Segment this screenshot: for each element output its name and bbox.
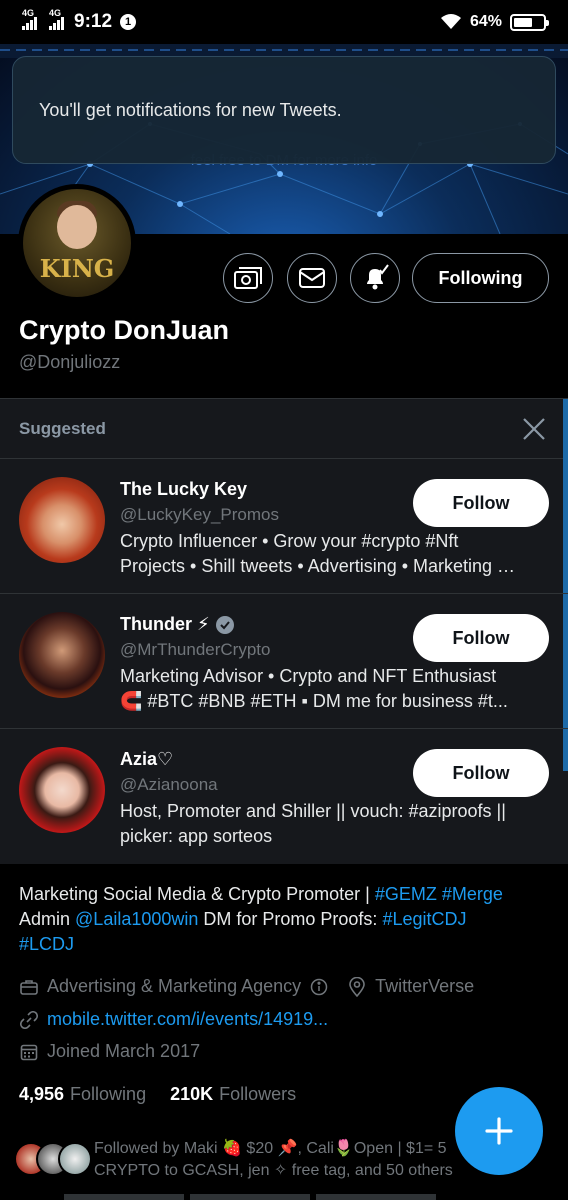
user-handle: @LuckyKey_Promos [120, 505, 279, 524]
user-handle: @MrThunderCrypto [120, 640, 271, 659]
notification-badge: 1 [120, 14, 137, 30]
user-bio: Host, Promoter and Shiller || vouch: #az… [120, 799, 550, 849]
user-handle: @Azianoona [120, 775, 218, 794]
follow-button[interactable]: Follow [413, 614, 549, 662]
user-name[interactable]: Thunder ⚡ [120, 614, 234, 635]
bell-icon [367, 264, 389, 290]
profile-meta-joined: Joined March 2017 [19, 1041, 200, 1062]
tip-jar-button[interactable] [223, 253, 273, 303]
mention-link[interactable]: @Laila1000win [75, 909, 198, 929]
status-bar: 4G 4G 9:12 1 64% [0, 0, 568, 44]
hashtag-link[interactable]: #GEMZ [375, 884, 437, 904]
notifications-button[interactable] [350, 253, 400, 303]
hashtag-link[interactable]: #LegitCDJ [382, 909, 466, 929]
followers-stat[interactable]: 210K Followers [170, 1084, 296, 1105]
profile-joined-date: Joined March 2017 [47, 1041, 201, 1061]
toast-message: You'll get notifications for new Tweets. [39, 99, 342, 120]
profile-handle: @Donjuliozz [19, 352, 121, 372]
mail-icon [299, 268, 325, 288]
battery-percent: 64% [469, 13, 502, 30]
clock: 9:12 [74, 11, 113, 32]
hashtag-link[interactable]: #Merge [442, 884, 503, 904]
following-button[interactable]: Following [412, 253, 549, 303]
bio-text: Admin [19, 909, 76, 929]
signal-icon: 4G [49, 8, 64, 30]
info-icon[interactable] [309, 977, 329, 997]
compose-plus-icon [485, 1117, 513, 1145]
suggested-title: Suggested [19, 418, 106, 438]
verified-icon [215, 615, 234, 634]
user-bio: Crypto Influencer • Grow your #crypto #N… [120, 529, 550, 579]
following-stat[interactable]: 4,956 Following [19, 1084, 146, 1105]
user-bio-line: picker: app sorteos [120, 826, 273, 846]
following-label: Following [70, 1084, 147, 1104]
link-icon [19, 1010, 39, 1030]
user-avatar[interactable] [19, 612, 105, 698]
suggested-panel: Suggested The Lucky Key @LuckyKey_Promos… [0, 398, 568, 864]
signal-icon: 4G [22, 8, 37, 30]
suggested-user[interactable]: Azia♡ @Azianoona Host, Promoter and Shil… [0, 729, 568, 864]
profile-display-name: Crypto DonJuan [19, 315, 230, 345]
profile-meta-website: mobile.twitter.com/i/events/14919... [19, 1009, 328, 1030]
followed-by-line: CRYPTO to GCASH, jen ✧ free tag, and 50 … [94, 1162, 453, 1179]
avatar [58, 1142, 92, 1176]
followed-by-text: Followed by Maki 🍓 $20 📌, Cali🌷Open | $1… [94, 1138, 464, 1182]
calendar-icon [19, 1042, 39, 1062]
network-type-label: 4G [49, 8, 62, 18]
notification-toast[interactable]: You'll get notifications for new Tweets. [12, 56, 556, 164]
profile-website-link[interactable]: mobile.twitter.com/i/events/14919... [47, 1009, 328, 1030]
profile-avatar[interactable]: KING [18, 184, 136, 302]
avatar-logo-text: KING [39, 254, 115, 283]
following-count: 4,956 [19, 1084, 65, 1104]
followed-by-line: Followed by Maki 🍓 $20 📌, Cali🌷Open | $1… [94, 1140, 447, 1157]
briefcase-icon [19, 977, 39, 997]
user-bio-line: 🧲 #BTC #BNB #ETH ▪ DM me for business #t… [120, 691, 508, 711]
followed-by[interactable]: Followed by Maki 🍓 $20 📌, Cali🌷Open | $1… [14, 1138, 484, 1182]
suggested-user[interactable]: The Lucky Key @LuckyKey_Promos Crypto In… [0, 459, 568, 594]
bottom-tab-strip [0, 1194, 568, 1200]
user-avatar[interactable] [19, 747, 105, 833]
profile-category: Advertising & Marketing Agency [47, 976, 302, 996]
close-suggested-button[interactable] [519, 414, 549, 444]
location-icon [347, 976, 367, 997]
network-type-label: 4G [22, 8, 35, 18]
user-name-text: Thunder ⚡ [120, 614, 210, 634]
close-icon [523, 417, 545, 440]
user-bio-line: Marketing Advisor • Crypto and NFT Enthu… [120, 666, 497, 686]
profile-stats: 4,956 Following 210K Followers [19, 1084, 296, 1105]
tip-jar-icon [234, 267, 262, 289]
tab-indicator[interactable] [64, 1194, 184, 1200]
follow-button[interactable]: Follow [413, 749, 549, 797]
profile-location: TwitterVerse [375, 976, 475, 996]
profile-bio: Marketing Social Media & Crypto Promoter… [19, 882, 549, 957]
follow-button[interactable]: Follow [413, 479, 549, 527]
followers-label: Followers [219, 1084, 297, 1104]
battery-icon [510, 13, 549, 31]
message-button[interactable] [287, 253, 337, 303]
wifi-icon [440, 14, 461, 29]
follower-avatars [14, 1138, 94, 1178]
compose-tweet-button[interactable] [455, 1087, 543, 1175]
user-name[interactable]: The Lucky Key [120, 479, 247, 500]
user-bio-line: Crypto Influencer • Grow your #crypto #N… [120, 531, 459, 551]
tab-indicator[interactable] [316, 1194, 436, 1200]
followers-count: 210K [170, 1084, 214, 1104]
hashtag-link[interactable]: #LCDJ [19, 934, 74, 954]
user-bio-line: Host, Promoter and Shiller || vouch: #az… [120, 801, 506, 821]
user-bio: Marketing Advisor • Crypto and NFT Enthu… [120, 664, 550, 714]
bio-text: Marketing Social Media & Crypto Promoter… [19, 884, 375, 904]
user-avatar[interactable] [19, 477, 105, 563]
bio-text: DM for Promo Proofs: [198, 909, 383, 929]
tab-indicator[interactable] [190, 1194, 310, 1200]
user-name[interactable]: Azia♡ [120, 749, 173, 770]
profile-meta-category: Advertising & Marketing Agency TwitterVe… [19, 976, 474, 997]
user-bio-line: Projects • Shill tweets • Advertising • … [120, 556, 516, 576]
suggested-user[interactable]: Thunder ⚡ @MrThunderCrypto Marketing Adv… [0, 594, 568, 729]
